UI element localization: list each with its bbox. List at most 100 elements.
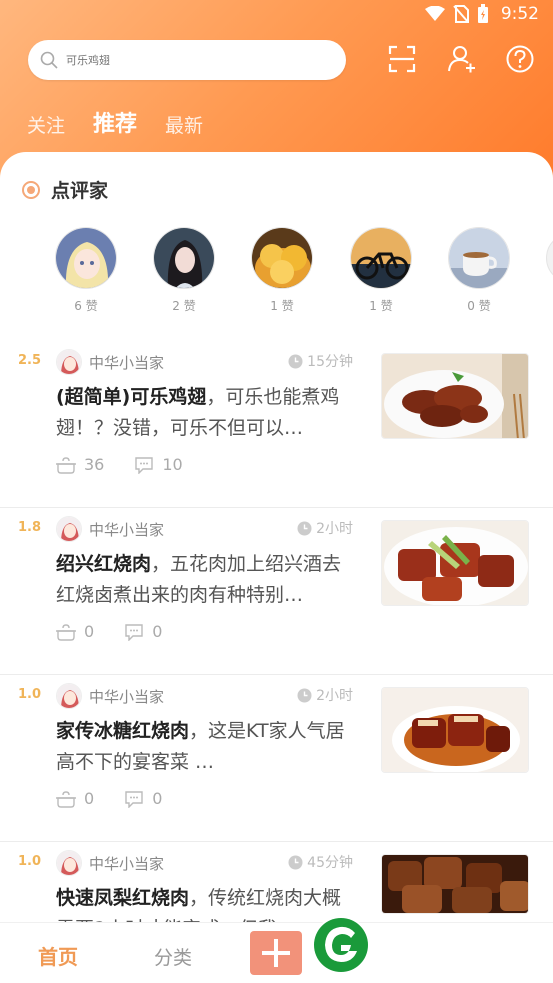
- cooks-stat[interactable]: 36: [56, 455, 104, 474]
- avatar: [350, 227, 412, 289]
- feed-item[interactable]: 2.5 中华小当家 15分钟 (超简单)可乐鸡翅，可乐也能煮鸡翅！？没错，可乐不…: [0, 341, 553, 508]
- post-text: 家传冰糖红烧肉，这是KT家人气居高不下的宴客菜 …: [56, 716, 356, 778]
- wifi-icon: [424, 6, 445, 21]
- add-friend-icon[interactable]: [447, 44, 477, 74]
- comments-stat[interactable]: 0: [124, 789, 162, 808]
- avatar: [251, 227, 313, 289]
- clock-icon: [297, 688, 312, 702]
- search-icon: [40, 51, 58, 69]
- comment-icon: [125, 623, 143, 641]
- reviewer-item[interactable]: 2 赞: [152, 227, 216, 314]
- comments-count: 10: [162, 455, 183, 474]
- main-content: 点评家 6 赞 2 赞 1 赞 1 赞 0 赞 2.5 中华小当家 15分钟 (…: [0, 152, 553, 922]
- comments-count: 0: [152, 622, 163, 641]
- author-name: 中华小当家: [89, 353, 165, 372]
- reviewer-likes: 6 赞: [74, 299, 98, 313]
- bottom-nav: 首页 分类: [0, 922, 553, 983]
- tab-bar: 关注 推荐 最新: [27, 106, 203, 138]
- avatar: [55, 227, 117, 289]
- reviewer-likes: 1 赞: [270, 299, 294, 313]
- feed-item[interactable]: 1.8 中华小当家 2小时 绍兴红烧肉，五花肉加上绍兴酒去红烧卤煮出来的肉有种特…: [0, 508, 553, 675]
- reviewer-item[interactable]: 6 赞: [54, 227, 118, 314]
- tab-recommended[interactable]: 推荐: [93, 106, 137, 138]
- nav-home[interactable]: 首页: [38, 941, 78, 970]
- cooks-count: 0: [84, 789, 95, 808]
- dish-image: [381, 687, 529, 773]
- avatar: [153, 227, 215, 289]
- section-title: 点评家: [51, 180, 109, 202]
- dish-image: [381, 353, 529, 439]
- feed-item[interactable]: 1.0 中华小当家 45分钟 快速凤梨红烧肉，传统红烧肉大概需要2小时才能完成，…: [0, 842, 553, 922]
- post-time-text: 15分钟: [307, 354, 353, 370]
- battery-icon: [477, 4, 488, 23]
- author-avatar: [56, 349, 82, 375]
- reviewer-likes: 2 赞: [172, 299, 196, 313]
- author[interactable]: 中华小当家: [56, 683, 164, 709]
- post-time: 2小时: [297, 685, 353, 705]
- reviewers-section-header: 点评家: [22, 176, 108, 203]
- author[interactable]: 中华小当家: [56, 349, 164, 375]
- feed-item[interactable]: 1.0 中华小当家 2小时 家传冰糖红烧肉，这是KT家人气居高不下的宴客菜 … …: [0, 675, 553, 842]
- post-time-text: 2小时: [316, 688, 353, 704]
- score-badge: 1.8: [18, 520, 42, 535]
- reviewer-item[interactable]: 0 赞: [447, 227, 511, 314]
- app-logo-icon[interactable]: [311, 915, 371, 975]
- reviewer-item[interactable]: 1 赞: [250, 227, 314, 314]
- search-bar[interactable]: [28, 40, 346, 80]
- post-title: (超简单)可乐鸡翅: [56, 386, 207, 408]
- post-stats: 36 10: [56, 455, 213, 474]
- cooks-count: 0: [84, 622, 95, 641]
- score-badge: 1.0: [18, 854, 42, 869]
- nav-category[interactable]: 分类: [154, 943, 192, 970]
- post-time-text: 45分钟: [307, 855, 353, 871]
- section-dot-icon: [22, 180, 40, 199]
- author-avatar: [56, 683, 82, 709]
- scan-icon[interactable]: [387, 44, 417, 74]
- cooks-stat[interactable]: 0: [56, 622, 94, 641]
- post-title: 绍兴红烧肉: [56, 553, 152, 575]
- search-input[interactable]: [66, 53, 316, 67]
- post-time-text: 2小时: [316, 521, 353, 537]
- clock-icon: [297, 521, 312, 535]
- post-title: 快速凤梨红烧肉: [56, 887, 190, 909]
- help-icon[interactable]: [505, 44, 535, 74]
- comment-icon: [135, 456, 154, 474]
- status-bar: 9:52: [0, 0, 553, 30]
- post-time: 45分钟: [288, 852, 353, 872]
- post-stats: 0 0: [56, 789, 192, 808]
- cooks-stat[interactable]: 0: [56, 789, 94, 808]
- cooking-pot-icon: [56, 456, 76, 474]
- avatar[interactable]: [546, 233, 553, 283]
- avatar: [448, 227, 510, 289]
- reviewer-item[interactable]: 1 赞: [349, 227, 413, 314]
- tab-follow[interactable]: 关注: [27, 111, 65, 138]
- author-name: 中华小当家: [89, 854, 165, 873]
- cooks-count: 36: [84, 455, 105, 474]
- clock-icon: [288, 855, 303, 869]
- add-post-button[interactable]: [250, 931, 302, 975]
- no-sim-icon: [453, 5, 469, 23]
- plus-icon: [262, 939, 290, 967]
- reviewer-likes: 1 赞: [369, 299, 393, 313]
- post-time: 2小时: [297, 518, 353, 538]
- comments-count: 0: [152, 789, 163, 808]
- post-title: 家传冰糖红烧肉: [56, 720, 190, 742]
- score-badge: 1.0: [18, 687, 42, 702]
- clock-icon: [288, 354, 303, 368]
- author[interactable]: 中华小当家: [56, 850, 164, 876]
- comments-stat[interactable]: 0: [124, 622, 162, 641]
- post-time: 15分钟: [288, 351, 353, 371]
- post-text: 绍兴红烧肉，五花肉加上绍兴酒去红烧卤煮出来的肉有种特别…: [56, 549, 356, 611]
- tab-latest[interactable]: 最新: [165, 111, 203, 138]
- cooking-pot-icon: [56, 790, 76, 808]
- comments-stat[interactable]: 10: [134, 455, 183, 474]
- reviewer-likes: 0 赞: [467, 299, 491, 313]
- author-avatar: [56, 850, 82, 876]
- post-stats: 0 0: [56, 622, 192, 641]
- dish-image: [381, 854, 529, 914]
- author[interactable]: 中华小当家: [56, 516, 164, 542]
- status-time: 9:52: [500, 4, 539, 24]
- cooking-pot-icon: [56, 623, 76, 641]
- author-name: 中华小当家: [89, 520, 165, 539]
- author-avatar: [56, 516, 82, 542]
